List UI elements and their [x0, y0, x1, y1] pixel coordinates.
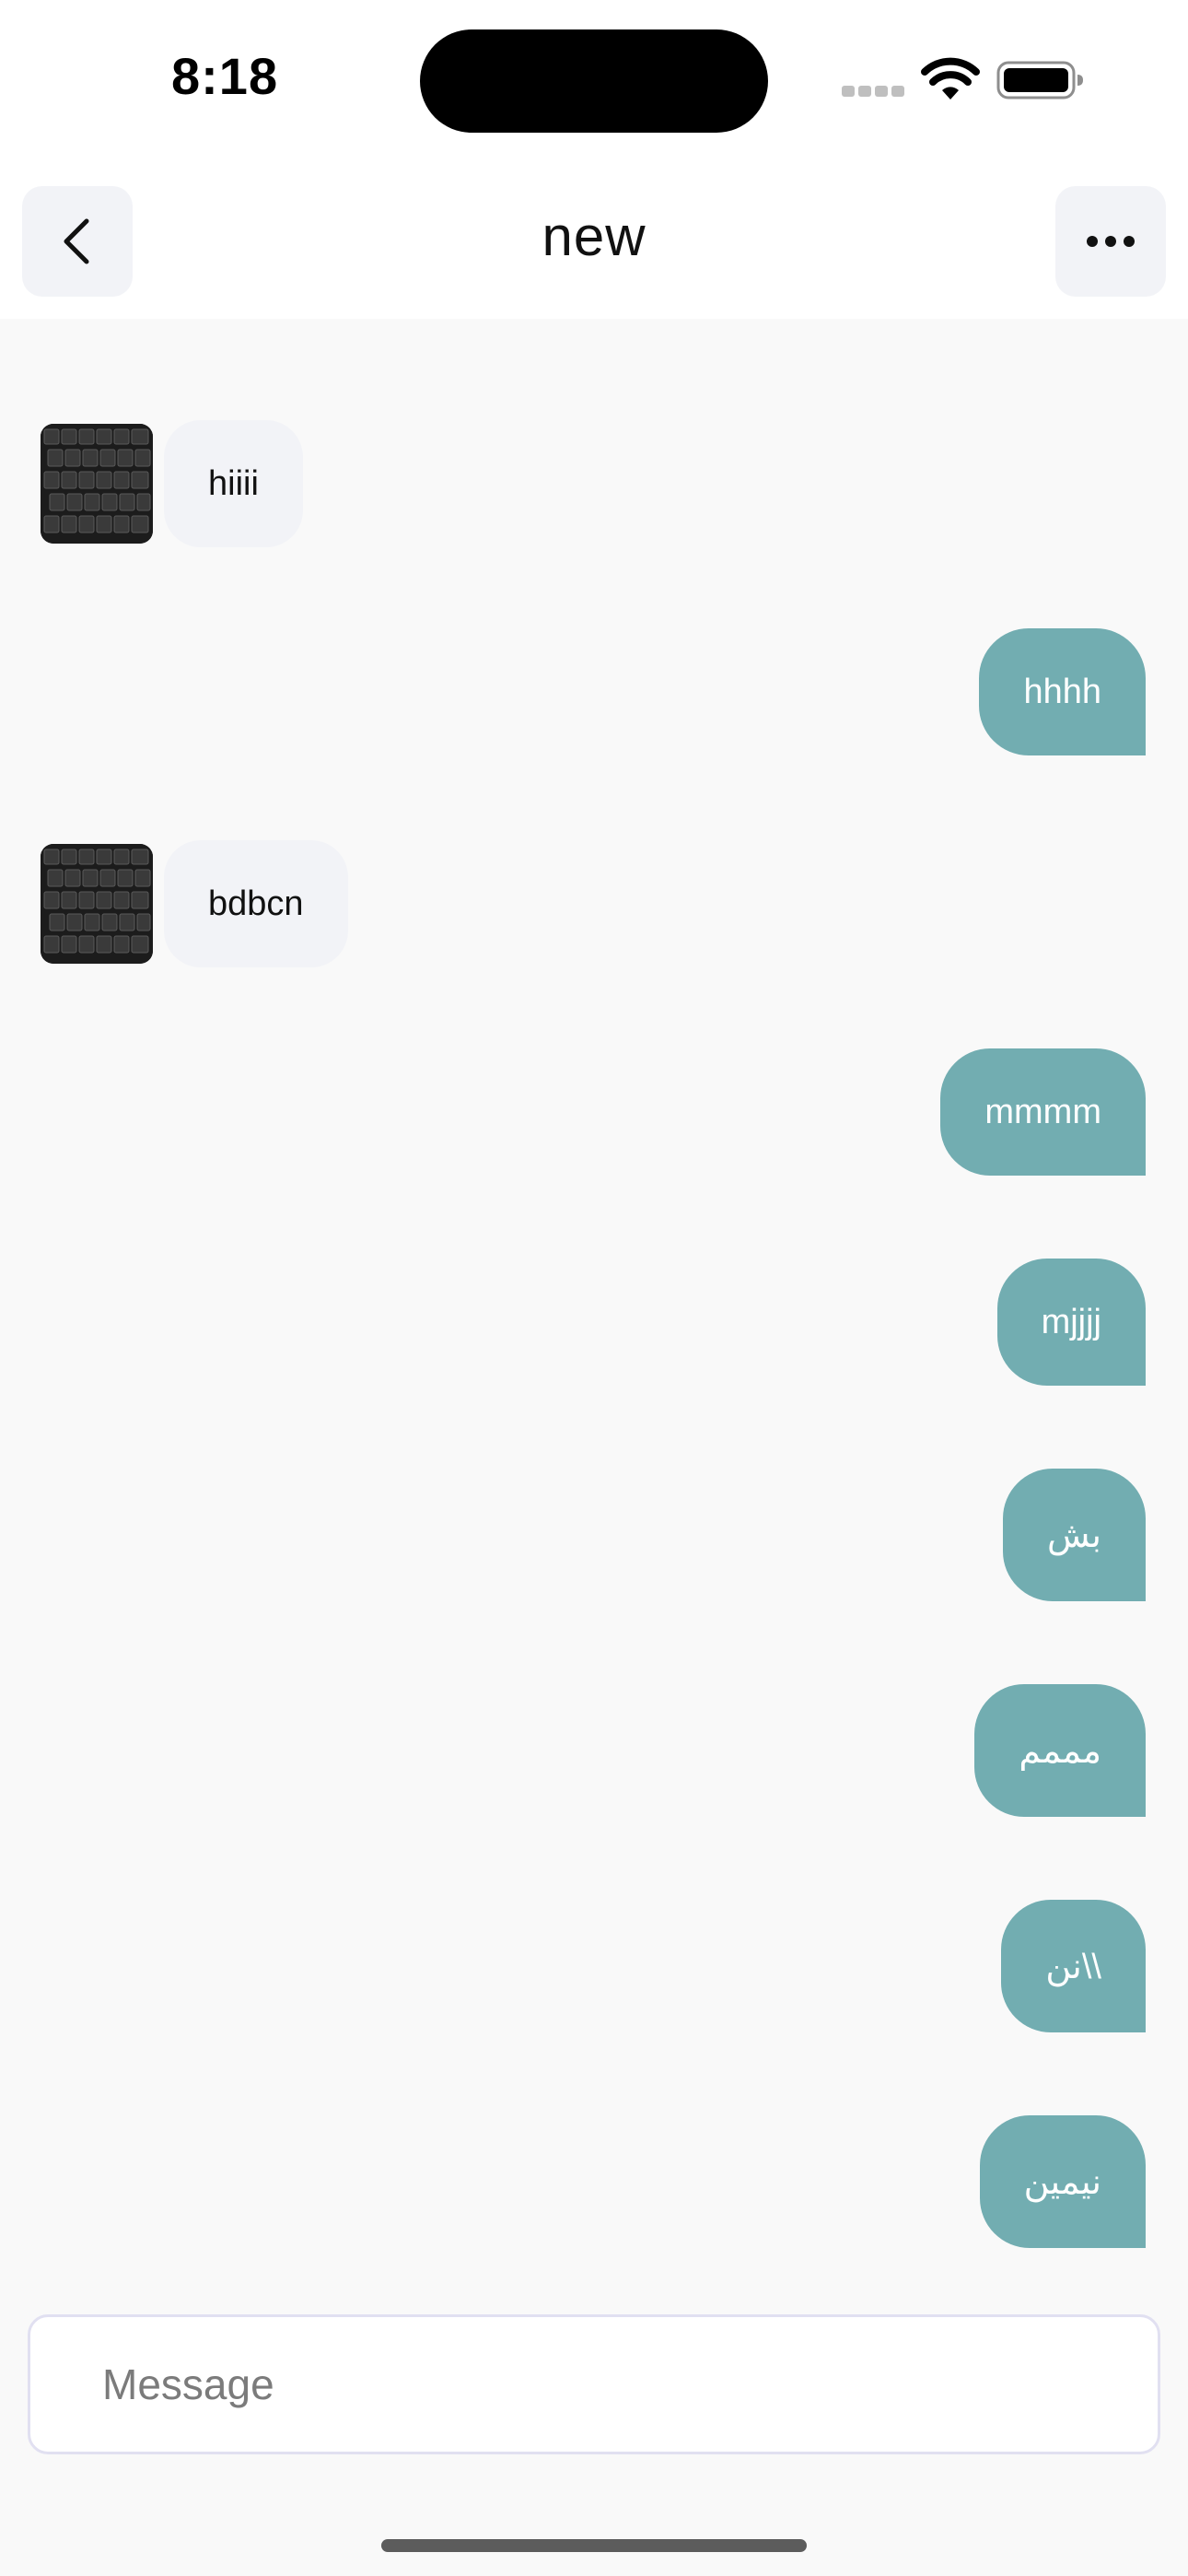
- status-bar: 8:18: [0, 0, 1188, 166]
- message-composer: [0, 2305, 1188, 2576]
- cellular-signal-icon: [842, 86, 904, 97]
- chat-header: new: [0, 166, 1188, 319]
- message-bubble-outgoing[interactable]: mmmm: [940, 1048, 1146, 1176]
- ellipsis-icon: [1087, 236, 1135, 247]
- avatar[interactable]: [41, 844, 153, 964]
- status-time: 8:18: [171, 47, 279, 105]
- message-list[interactable]: hiiii hhhh bdbcn mmmm mjjjj بش مممم \\نن…: [0, 319, 1188, 2482]
- chat-screen: 8:18 new hiiii hhhh bdbcn mmmm mjjjj بش …: [0, 0, 1188, 2576]
- keyboard-photo-avatar: [41, 844, 153, 964]
- home-indicator[interactable]: [381, 2539, 807, 2552]
- avatar[interactable]: [41, 424, 153, 544]
- wifi-icon: [921, 57, 980, 100]
- chat-title: new: [542, 205, 646, 267]
- message-bubble-outgoing[interactable]: بش: [1002, 1469, 1146, 1601]
- incoming-message: bdbcn: [41, 840, 348, 967]
- message-bubble-outgoing[interactable]: مممم: [974, 1684, 1146, 1817]
- more-options-button[interactable]: [1055, 186, 1166, 297]
- message-bubble-outgoing[interactable]: نيمين: [979, 2115, 1146, 2248]
- message-bubble-outgoing[interactable]: \\نن: [1001, 1900, 1146, 2032]
- battery-icon: [996, 61, 1083, 100]
- message-bubble-incoming[interactable]: hiiii: [164, 420, 303, 547]
- message-bubble-outgoing[interactable]: mjjjj: [996, 1259, 1146, 1386]
- dynamic-island: [420, 29, 768, 133]
- message-bubble-outgoing[interactable]: hhhh: [979, 628, 1146, 755]
- message-bubble-incoming[interactable]: bdbcn: [164, 840, 348, 967]
- incoming-message: hiiii: [41, 420, 303, 547]
- message-input[interactable]: [28, 2314, 1160, 2454]
- keyboard-photo-avatar: [41, 424, 153, 544]
